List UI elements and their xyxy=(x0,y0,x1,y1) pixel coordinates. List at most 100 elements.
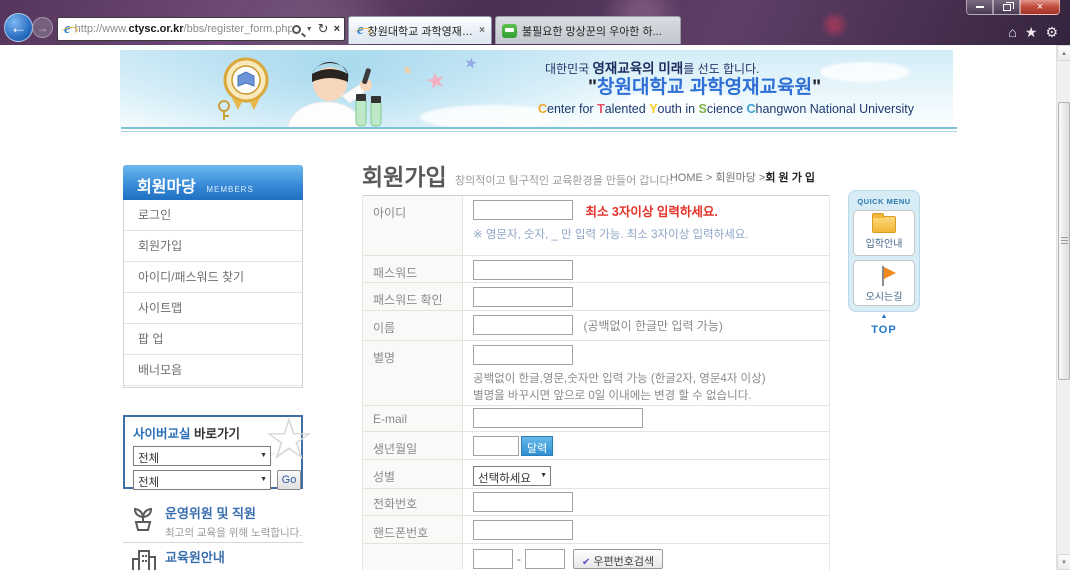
scrollbar-grip xyxy=(1061,237,1068,244)
email-input[interactable] xyxy=(473,408,643,428)
address-bar[interactable]: e http://www.ctysc.or.kr/bbs/register_fo… xyxy=(57,17,345,41)
form-row-password-confirm: 패스워드 확인 xyxy=(363,283,829,311)
sidebar-title: 회원마당 xyxy=(137,179,196,196)
form-row-mobile: 핸드폰번호 xyxy=(363,516,829,544)
password-confirm-input[interactable] xyxy=(473,287,573,307)
name-input[interactable] xyxy=(473,315,573,335)
calendar-button[interactable]: 달력 xyxy=(521,436,553,456)
refresh-icon[interactable]: ↻ xyxy=(318,21,329,37)
sidebar-item-register[interactable]: 회원가입 xyxy=(124,231,302,262)
star-decoration: ★ xyxy=(463,55,479,72)
quick-menu-admission[interactable]: 입학안내 xyxy=(853,210,915,256)
stop-icon[interactable]: × xyxy=(334,23,340,35)
breadcrumb: HOME > 회원마당 >회 원 가 입 xyxy=(542,169,815,185)
tab-label: 창원대학교 과학영재교육... xyxy=(368,23,475,39)
promo-staff[interactable]: 운영위원 및 직원 최고의 교육을 위해 노력합니다. xyxy=(123,503,303,540)
cyber-category-select[interactable]: 전체▼ xyxy=(133,446,271,466)
scrollbar-up-button[interactable]: ▲ xyxy=(1057,45,1070,61)
phone-input[interactable] xyxy=(473,492,573,512)
check-icon: ✔ xyxy=(582,557,590,568)
back-button[interactable]: ← xyxy=(4,13,33,42)
sidebar-item-login[interactable]: 로그인 xyxy=(124,200,302,231)
cyber-classroom-box: ☆ ☆ 사이버교실 바로가기 전체▼ 전체▼ Go xyxy=(123,415,303,489)
quick-menu-header: QUICK MENU xyxy=(853,197,915,206)
sidebar-item-sitemap[interactable]: 사이트맵 xyxy=(124,293,302,324)
form-row-birthdate: 생년월일 달력 xyxy=(363,432,829,460)
zip1-input[interactable] xyxy=(473,549,513,569)
address-bar-tools: ▼ ↻ × xyxy=(292,21,340,37)
ie-icon: e xyxy=(64,22,71,37)
form-row-name: 이름 (공백없이 한글만 입력 가능) xyxy=(363,311,829,341)
field-label: 성별 xyxy=(363,460,463,488)
mobile-input[interactable] xyxy=(473,520,573,540)
banner-english-slogan: Center for Talented Youth in Science Cha… xyxy=(538,102,914,116)
promo-center-info[interactable]: 교육원안내 과학영재교육원을 안내해드립니다. xyxy=(123,547,303,570)
site-banner: ★ ★ ★ 대한민국 영재교육의 미래를 선도 합니다. "창원대학교 과학영재… xyxy=(120,50,953,127)
tab-label: 불필요한 망상꾼의 우아한 하... xyxy=(522,23,674,39)
birthdate-input[interactable] xyxy=(473,436,519,456)
back-arrow-icon: ← xyxy=(10,18,27,38)
id-input[interactable] xyxy=(473,200,573,220)
cyber-subcategory-select[interactable]: 전체▼ xyxy=(133,470,271,490)
forward-arrow-icon: → xyxy=(37,21,49,35)
tab-active[interactable]: e 창원대학교 과학영재교육... × xyxy=(348,16,492,44)
gear-icon[interactable]: ⚙ xyxy=(1045,24,1058,41)
chevron-down-icon[interactable]: ▼ xyxy=(306,26,313,33)
url-text[interactable]: http://www.ctysc.or.kr/bbs/register_form… xyxy=(75,23,292,35)
tab-inactive[interactable]: 불필요한 망상꾼의 우아한 하... xyxy=(495,16,681,44)
promo-title: 교육원안내 xyxy=(165,547,303,566)
quick-menu-label: 오시는길 xyxy=(854,288,914,303)
favorites-star-icon[interactable]: ★ xyxy=(1025,24,1038,41)
scrollbar-thumb[interactable] xyxy=(1058,102,1070,380)
search-icon[interactable] xyxy=(292,25,301,34)
browser-chrome: × ← → e http://www.ctysc.or.kr/bbs/regis… xyxy=(0,0,1070,45)
form-row-gender: 성별 선택하세요▼ xyxy=(363,460,829,489)
id-note: ※ 영문자, 숫자, _ 만 입력 가능. 최소 3자이상 입력하세요. xyxy=(473,226,829,242)
nickname-input[interactable] xyxy=(473,345,573,365)
page-title: 회원가입 xyxy=(362,158,447,192)
forward-button[interactable]: → xyxy=(32,17,53,38)
home-icon[interactable]: ⌂ xyxy=(1008,24,1016,41)
ie-icon: e xyxy=(357,23,364,38)
scrollbar-down-button[interactable]: ▼ xyxy=(1057,554,1070,570)
star-decoration: ★ xyxy=(424,68,448,94)
sidebar-header: 회원마당 MEMBERS xyxy=(123,165,303,200)
register-form: 아이디 최소 3자이상 입력하세요. ※ 영문자, 숫자, _ 만 입력 가능.… xyxy=(362,195,830,570)
vertical-scrollbar[interactable]: ▲ ▼ xyxy=(1056,45,1070,570)
zip2-input[interactable] xyxy=(525,549,565,569)
child-photo xyxy=(268,50,398,127)
field-label: 아이디 xyxy=(363,196,463,255)
sidebar-menu: 로그인 회원가입 아이디/패스워드 찾기 사이트맵 팝 업 배너모음 xyxy=(123,200,303,388)
zipcode-search-label: 우편번호검색 xyxy=(593,556,654,568)
gender-select[interactable]: 선택하세요▼ xyxy=(473,466,551,486)
close-button[interactable]: × xyxy=(1020,0,1060,15)
password-input[interactable] xyxy=(473,260,573,280)
promo-title: 운영위원 및 직원 xyxy=(165,503,303,522)
go-button[interactable]: Go xyxy=(277,470,301,490)
form-row-nickname: 별명 공백없이 한글,영문,숫자만 입력 가능 (한글2자, 영문4자 이상) … xyxy=(363,341,829,406)
tab-close-icon[interactable]: × xyxy=(479,25,485,36)
form-row-phone: 전화번호 xyxy=(363,489,829,516)
minimize-icon xyxy=(976,6,984,8)
cyber-classroom-title: 사이버교실 바로가기 xyxy=(133,423,301,442)
quick-menu-directions[interactable]: 오시는길 xyxy=(853,260,915,306)
quick-menu: QUICK MENU 입학안내 오시는길 xyxy=(848,190,920,312)
url-host: ctysc.or.kr xyxy=(128,23,183,35)
promo-desc: 최고의 교육을 위해 노력합니다. xyxy=(165,525,303,540)
browser-toolbar: ⌂ ★ ⚙ xyxy=(1008,24,1058,41)
scroll-to-top-button[interactable]: ▲ TOP xyxy=(848,313,920,338)
restore-button[interactable] xyxy=(993,0,1020,15)
sidebar-subtitle: MEMBERS xyxy=(206,185,253,194)
field-label: 생년월일 xyxy=(363,432,463,459)
field-label: 핸드폰번호 xyxy=(363,516,463,543)
star-decoration: ★ xyxy=(402,64,413,76)
sidebar-item-banners[interactable]: 배너모음 xyxy=(124,355,302,386)
banner-title: "창원대학교 과학영재교육원" xyxy=(588,72,821,99)
building-icon xyxy=(131,549,157,570)
zipcode-search-button[interactable]: ✔우편번호검색 xyxy=(573,549,663,569)
nickname-note-2: 별명을 바꾸시면 앞으로 0일 이내에는 변경 할 수 없습니다. xyxy=(473,388,829,405)
top-label: TOP xyxy=(871,324,896,336)
sidebar-item-find-id-password[interactable]: 아이디/패스워드 찾기 xyxy=(124,262,302,293)
minimize-button[interactable] xyxy=(966,0,993,15)
sidebar-item-popup[interactable]: 팝 업 xyxy=(124,324,302,355)
